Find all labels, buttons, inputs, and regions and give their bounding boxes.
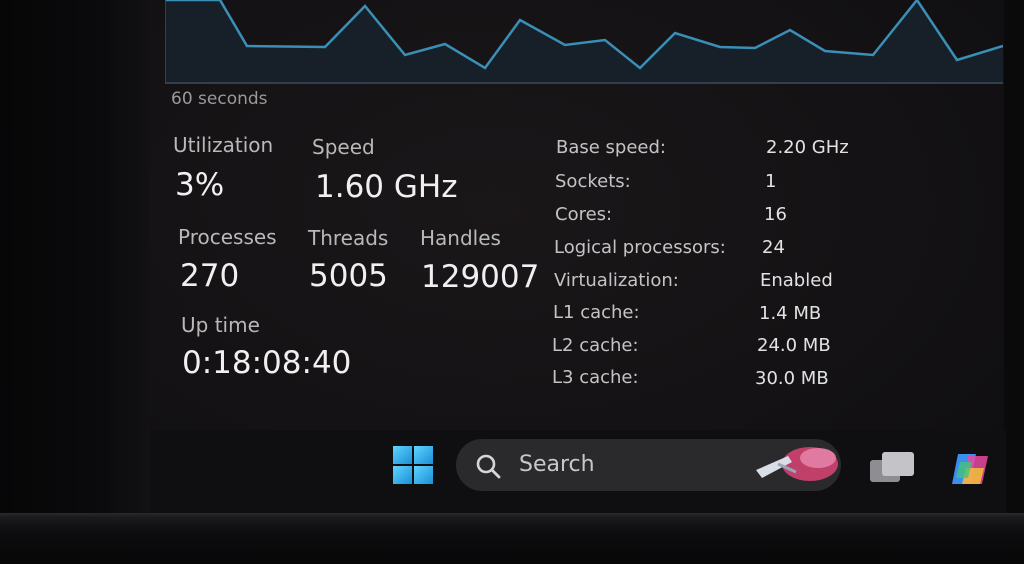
cpu-utilization-graph (165, 0, 1003, 84)
search-placeholder: Search (519, 452, 595, 477)
start-button[interactable] (391, 445, 435, 485)
spec-label: Cores: (555, 204, 613, 225)
search-highlight-icon (756, 447, 838, 481)
task-view-icon[interactable] (866, 446, 918, 488)
utilization-label: Utilization (173, 133, 274, 157)
spec-value: 24.0 MB (757, 335, 831, 356)
spec-label: L2 cache: (552, 335, 639, 356)
spec-label: L1 cache: (553, 302, 640, 323)
spec-value: 24 (762, 237, 785, 258)
spec-value: 2.20 GHz (766, 137, 849, 158)
spec-value: Enabled (760, 270, 833, 291)
monitor-bezel-bottom (0, 513, 1024, 564)
speed-label: Speed (312, 135, 375, 159)
graph-time-label: 60 seconds (171, 89, 268, 109)
spec-label: Logical processors: (554, 237, 726, 258)
uptime-value: 0:18:08:40 (182, 345, 352, 381)
threads-label: Threads (308, 226, 389, 250)
spec-value: 1 (765, 171, 777, 192)
magnifier-icon (476, 454, 501, 479)
spec-label: Virtualization: (554, 270, 679, 291)
processes-value: 270 (180, 258, 240, 294)
spec-label: Base speed: (556, 137, 666, 158)
spec-label: Sockets: (555, 171, 631, 192)
spec-label: L3 cache: (552, 367, 639, 388)
handles-label: Handles (420, 226, 501, 250)
spec-value: 30.0 MB (755, 368, 829, 389)
monitor-bezel-left (0, 0, 150, 564)
spec-value: 1.4 MB (759, 303, 822, 324)
handles-value: 129007 (421, 259, 540, 295)
utilization-value: 3% (175, 167, 225, 203)
spec-value: 16 (764, 204, 787, 225)
threads-value: 5005 (309, 258, 388, 294)
windows-logo-icon (393, 446, 433, 484)
monitor-bezel-right (1004, 0, 1024, 515)
copilot-icon[interactable] (948, 448, 994, 490)
uptime-label: Up time (181, 313, 260, 337)
speed-value: 1.60 GHz (315, 169, 458, 205)
processes-label: Processes (178, 225, 277, 249)
